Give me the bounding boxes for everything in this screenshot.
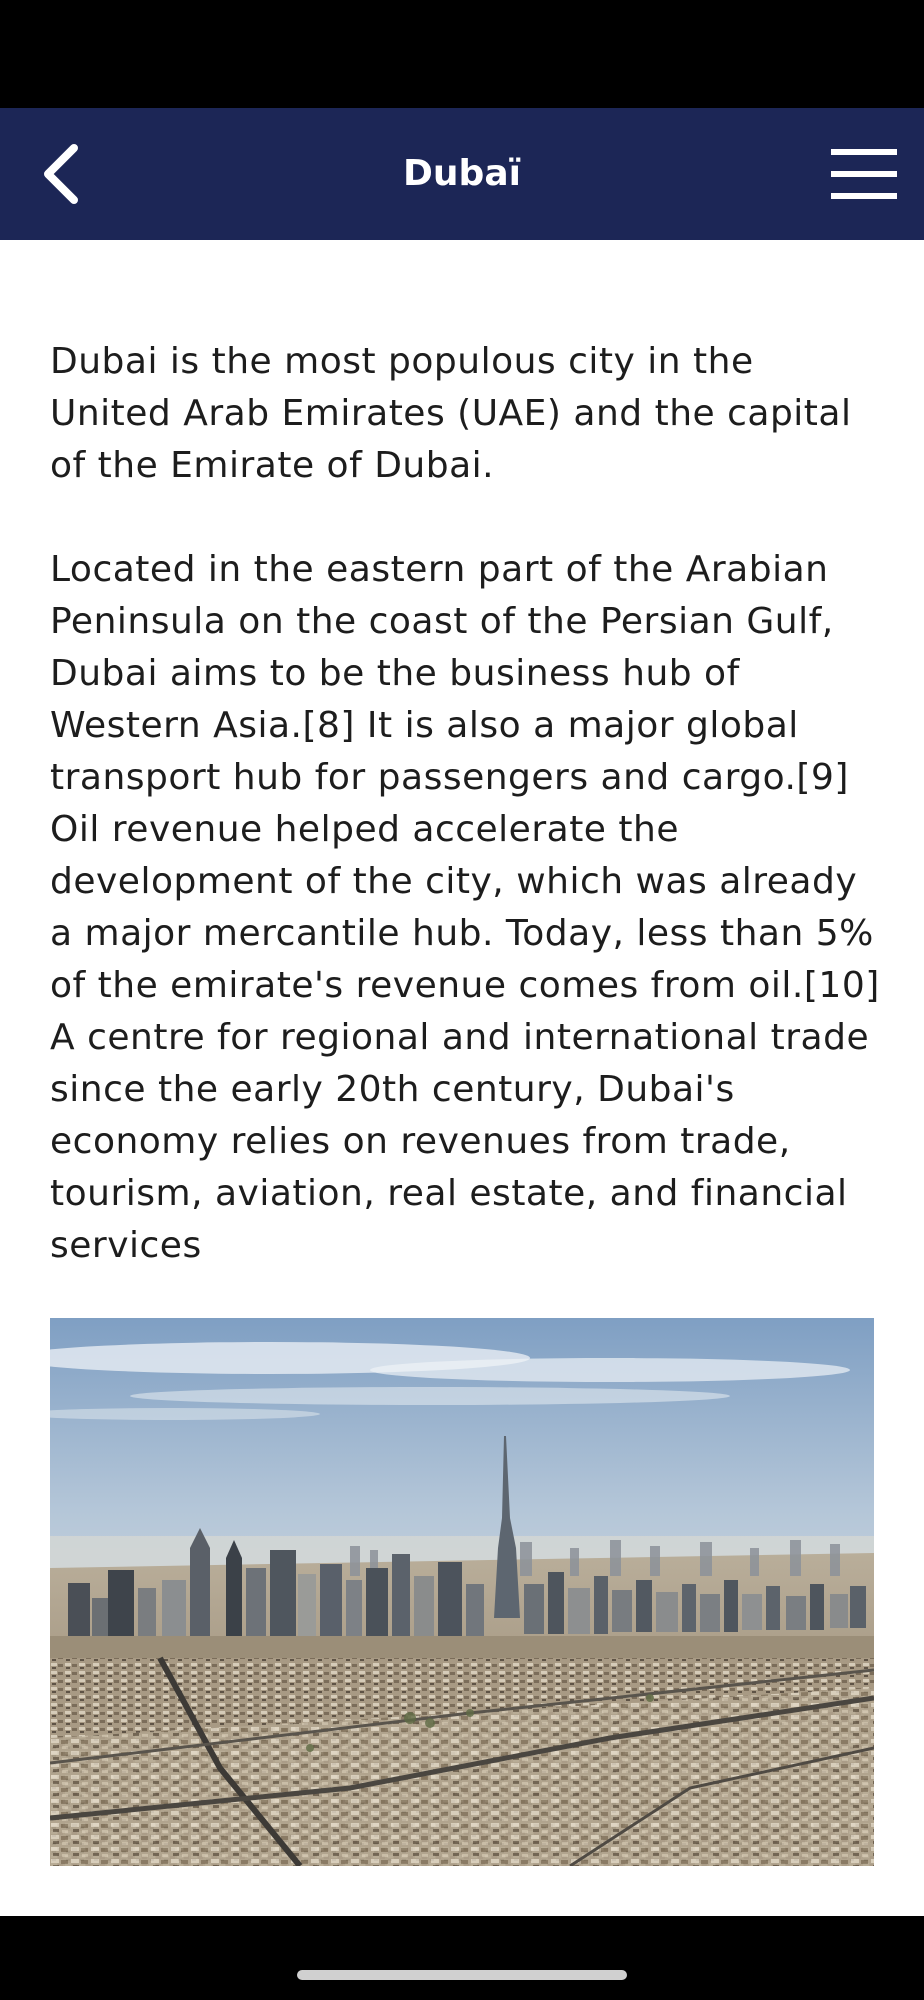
home-indicator[interactable] <box>297 1970 627 1980</box>
page-title: Dubaï <box>403 153 521 194</box>
chevron-left-icon <box>44 144 78 204</box>
article-paragraph-intro: Dubai is the most populous city in the U… <box>50 341 852 486</box>
article-text: Dubai is the most populous city in the U… <box>50 336 880 1324</box>
back-button[interactable] <box>18 132 102 216</box>
navigation-bar: Dubaï <box>0 108 924 240</box>
article-content: Dubai is the most populous city in the U… <box>0 240 924 1916</box>
skyline-illustration <box>50 1318 874 1866</box>
article-paragraph-details: Located in the eastern part of the Arabi… <box>50 549 880 1266</box>
hamburger-menu-icon <box>831 149 897 199</box>
status-bar <box>0 0 924 108</box>
dubai-skyline-image <box>50 1318 874 1866</box>
menu-button[interactable] <box>822 132 906 216</box>
